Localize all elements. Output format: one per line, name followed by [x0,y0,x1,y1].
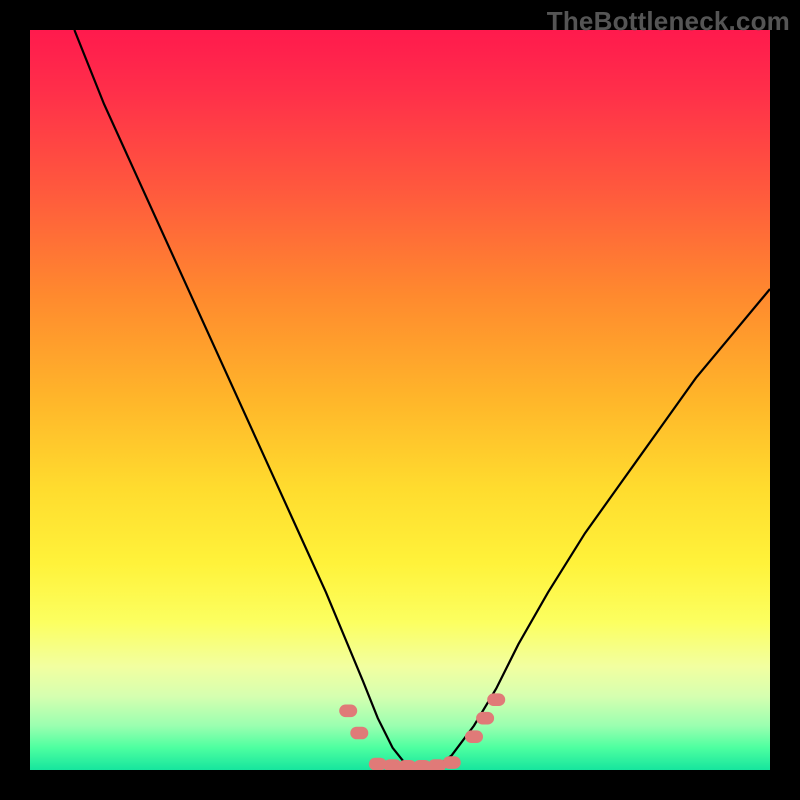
chart-frame: TheBottleneck.com [0,0,800,800]
watermark-label: TheBottleneck.com [547,6,790,37]
curve-marker [487,693,505,706]
marker-group [339,693,505,770]
curve-marker [476,712,494,725]
bottleneck-chart [30,30,770,770]
curve-marker [339,705,357,718]
plot-area [30,30,770,770]
curve-marker [350,727,368,740]
bottleneck-curve [74,30,770,766]
curve-marker [443,756,461,769]
curve-marker [465,730,483,743]
